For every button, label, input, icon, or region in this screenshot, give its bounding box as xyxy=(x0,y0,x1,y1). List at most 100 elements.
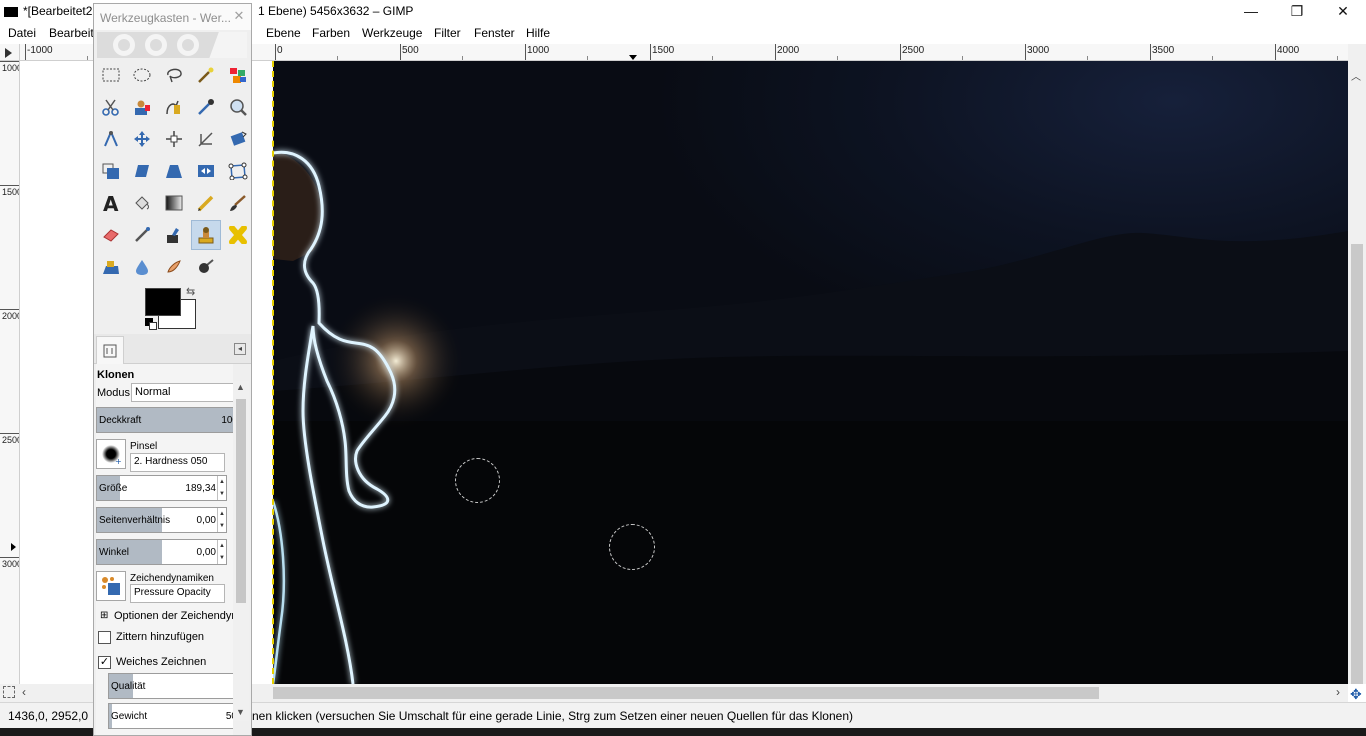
tool-options-tab[interactable] xyxy=(96,336,124,364)
shear-icon[interactable] xyxy=(127,156,157,186)
slider-label: Qualität xyxy=(111,681,146,692)
size-slider[interactable]: Größe 189,34 ▲ ▼ xyxy=(96,475,227,501)
dynamics-select[interactable]: Pressure Opacity xyxy=(130,584,225,603)
airbrush-icon[interactable] xyxy=(127,220,157,250)
aspect-stepper[interactable]: ▲ ▼ xyxy=(217,508,226,532)
smudge-icon[interactable] xyxy=(159,252,189,282)
ruler-label: 2500 xyxy=(902,45,925,56)
text-icon[interactable]: A xyxy=(96,188,126,218)
weight-slider[interactable]: Gewicht 50 xyxy=(108,703,233,729)
scissors-icon[interactable] xyxy=(96,92,126,122)
foreground-select-icon[interactable] xyxy=(127,92,157,122)
eraser-icon[interactable] xyxy=(96,220,126,250)
slider-label: Deckkraft xyxy=(99,415,142,426)
ruler-label: 500 xyxy=(402,45,419,56)
scale-icon[interactable] xyxy=(96,156,126,186)
gradient-icon[interactable] xyxy=(159,188,189,218)
navigate-icon[interactable]: ✥ xyxy=(1350,686,1362,703)
brush-select[interactable]: 2. Hardness 050 xyxy=(130,453,225,472)
canvas-vertical-scrollbar[interactable]: ︿ xyxy=(1348,44,1366,684)
brush-preview[interactable]: + xyxy=(96,439,126,469)
perspective-icon[interactable] xyxy=(159,156,189,186)
smooth-checkbox[interactable]: ✓ xyxy=(98,656,111,669)
paintbrush-icon[interactable] xyxy=(223,188,251,218)
tool-options-title: Klonen xyxy=(97,369,135,381)
jitter-checkbox[interactable] xyxy=(98,631,111,644)
clone-icon[interactable] xyxy=(191,220,221,250)
zoom-icon[interactable] xyxy=(223,92,251,122)
quick-mask-toggle[interactable] xyxy=(3,686,15,698)
cage-icon[interactable] xyxy=(223,156,251,186)
paths-icon[interactable] xyxy=(159,92,189,122)
ruler-tick xyxy=(0,433,19,434)
flip-icon[interactable] xyxy=(191,156,221,186)
size-stepper[interactable]: ▲ ▼ xyxy=(217,476,226,500)
scroll-thumb[interactable] xyxy=(273,687,1099,699)
opacity-slider[interactable]: Deckkraft 100 xyxy=(96,407,233,433)
bucket-fill-icon[interactable] xyxy=(127,188,157,218)
dynamics-preview[interactable] xyxy=(96,571,126,601)
ruler-label: 2000 xyxy=(2,311,19,321)
angle-slider[interactable]: Winkel 0,00 ▲ ▼ xyxy=(96,539,227,565)
swap-colors-icon[interactable]: ⇆ xyxy=(186,285,195,298)
ruler-label: 2500 xyxy=(2,435,19,445)
menu-datei[interactable]: Datei xyxy=(8,26,36,40)
minimize-button[interactable]: — xyxy=(1228,0,1274,22)
scroll-thumb[interactable] xyxy=(236,399,246,603)
chevron-up-icon[interactable]: ︿ xyxy=(1351,68,1361,83)
scroll-thumb[interactable] xyxy=(1351,244,1363,684)
measure-icon[interactable] xyxy=(96,124,126,154)
heal-icon[interactable] xyxy=(223,220,251,250)
toolbox-close-button[interactable]: ✕ xyxy=(230,8,248,26)
ruler-label: 3000 xyxy=(2,559,19,569)
crop-icon[interactable] xyxy=(191,124,221,154)
menu-fenster[interactable]: Fenster xyxy=(474,26,515,40)
expand-icon[interactable]: ⊞ xyxy=(100,610,108,621)
menu-filter[interactable]: Filter xyxy=(434,26,461,40)
brush-outline xyxy=(455,458,500,503)
aspect-ratio-slider[interactable]: Seitenverhältnis 0,00 ▲ ▼ xyxy=(96,507,227,533)
move-icon[interactable] xyxy=(127,124,157,154)
chevron-up-icon[interactable]: ▲ xyxy=(236,382,245,392)
menu-farben[interactable]: Farben xyxy=(312,26,350,40)
app-icon xyxy=(4,7,18,17)
quality-slider[interactable]: Qualität 2 xyxy=(108,673,233,699)
menu-bearbeiten[interactable]: Bearbeit xyxy=(49,26,94,40)
perspective-clone-icon[interactable] xyxy=(96,252,126,282)
dynamics-options-expander[interactable]: Optionen der Zeichendyna xyxy=(114,610,233,622)
chevron-right-icon[interactable]: › xyxy=(1336,685,1340,699)
maximize-button[interactable]: ❐ xyxy=(1274,0,1320,22)
ruler-label: 1000 xyxy=(527,45,550,56)
ruler-corner-menu[interactable] xyxy=(0,44,20,61)
mode-select[interactable]: Normal xyxy=(131,383,233,402)
foreground-color-swatch[interactable] xyxy=(145,288,181,316)
tab-menu-icon[interactable]: ◂ xyxy=(234,343,246,355)
chevron-left-icon[interactable]: ‹ xyxy=(22,685,26,699)
angle-stepper[interactable]: ▲ ▼ xyxy=(217,540,226,564)
lasso-icon[interactable] xyxy=(159,60,189,90)
slider-label: Seitenverhältnis xyxy=(99,515,171,526)
pencil-icon[interactable] xyxy=(191,188,221,218)
chevron-down-icon[interactable]: ▼ xyxy=(236,707,245,717)
menu-hilfe[interactable]: Hilfe xyxy=(526,26,550,40)
tool-options-scrollbar[interactable]: ▲ ▼ xyxy=(233,381,249,721)
rect-select-icon[interactable] xyxy=(96,60,126,90)
slider-value: 50 xyxy=(225,711,233,722)
ellipse-select-icon[interactable] xyxy=(127,60,157,90)
dodge-burn-icon[interactable] xyxy=(191,252,221,282)
align-icon[interactable] xyxy=(159,124,189,154)
menu-ebene[interactable]: Ebene xyxy=(266,26,301,40)
close-button[interactable]: ✕ xyxy=(1320,0,1366,22)
rotate-icon[interactable] xyxy=(223,124,251,154)
fuzzy-select-icon[interactable] xyxy=(191,60,221,90)
ruler-tick xyxy=(25,44,26,60)
color-select-icon[interactable] xyxy=(223,60,251,90)
ink-icon[interactable] xyxy=(159,220,189,250)
slider-value: 0,00 xyxy=(196,515,216,526)
menu-werkzeuge[interactable]: Werkzeuge xyxy=(362,26,422,40)
vertical-ruler[interactable]: 1000 1500 2000 2500 3000 xyxy=(0,61,20,684)
image-photo[interactable] xyxy=(273,61,1348,684)
color-picker-icon[interactable] xyxy=(191,92,221,122)
reset-colors-icon[interactable] xyxy=(149,322,157,330)
blur-icon[interactable] xyxy=(127,252,157,282)
